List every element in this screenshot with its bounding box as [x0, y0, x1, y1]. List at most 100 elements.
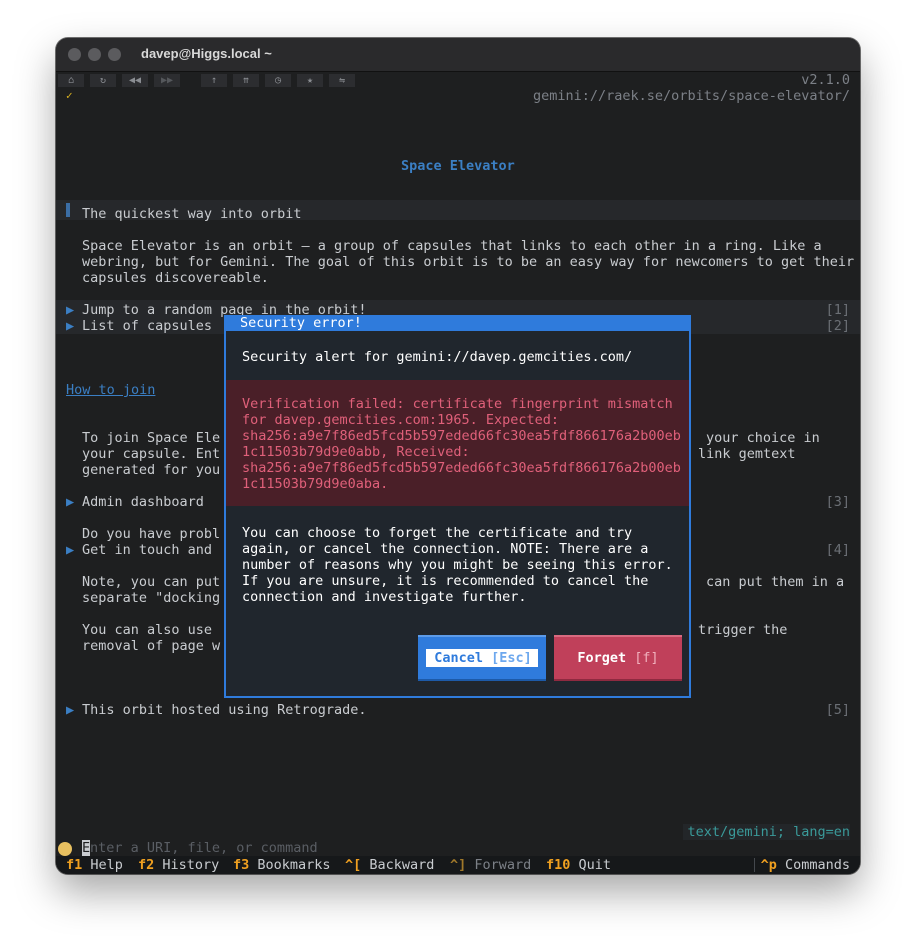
- terminal-window: davep@Higgs.local ~ ⌂ ↻ ◀◀ ▶▶ ↑ ⇈ ◷ ★ ⇋ …: [56, 38, 860, 874]
- bookmarks-label: Bookmarks: [257, 857, 331, 873]
- input-placeholder: nter a URI, file, or command: [90, 840, 318, 856]
- security-error-dialog: Security error! Security alert for gemin…: [224, 315, 691, 698]
- how-to-join-heading: How to join: [66, 382, 156, 398]
- bookmarks-key: f3: [233, 857, 250, 873]
- footer-commands[interactable]: ^p Commands: [761, 857, 850, 873]
- join-text-line-3: generated for you: [82, 462, 221, 478]
- message-line-4: If you are unsure, it is recommended to …: [242, 573, 649, 589]
- link-label: Get in touch and: [82, 542, 213, 558]
- note-line-1: Note, you can put: [82, 574, 221, 590]
- security-alert-text: Security alert for gemini://davep.gemcit…: [242, 349, 633, 365]
- footer-bookmarks[interactable]: f3 Bookmarks: [233, 857, 331, 873]
- also-line-2: removal of page w: [82, 638, 221, 654]
- error-line-4: 1c11503b79d9e0abb, Received:: [242, 444, 470, 460]
- version-label: v2.1.0: [801, 72, 850, 88]
- history-key: f2: [138, 857, 155, 873]
- identity-indicator-icon: [58, 842, 72, 856]
- note-right: can put them in a: [706, 574, 845, 590]
- intro-line-2: webring, but for Gemini. The goal of thi…: [82, 254, 855, 270]
- link-arrow-icon: ▶: [66, 494, 75, 510]
- bookmark-icon[interactable]: ★: [297, 74, 323, 87]
- error-line-1: Verification failed: certificate fingerp…: [242, 396, 673, 412]
- error-line-6: 1c11503b79d9e0aba.: [242, 476, 389, 492]
- terminal-content: ⌂ ↻ ◀◀ ▶▶ ↑ ⇈ ◷ ★ ⇋ ✓ v2.1.0 gemini://ra…: [56, 72, 860, 874]
- footer-forward[interactable]: ^] Forward: [450, 857, 531, 873]
- commands-label: Commands: [784, 857, 850, 873]
- forget-button-label: Forget: [577, 650, 627, 666]
- input-cursor: E: [82, 840, 91, 856]
- cancel-button[interactable]: Cancel [Esc]: [418, 635, 546, 681]
- zoom-window-button[interactable]: [108, 48, 121, 61]
- link-label: Admin dashboard: [82, 494, 204, 510]
- home-icon[interactable]: ⌂: [58, 74, 84, 87]
- forward-key: ^]: [450, 857, 467, 873]
- close-window-button[interactable]: [68, 48, 81, 61]
- link-number: [5]: [825, 702, 850, 718]
- quit-key: f10: [546, 857, 571, 873]
- up-icon[interactable]: ↑: [201, 74, 227, 87]
- forget-shortcut: [f]: [634, 650, 659, 666]
- dialog-title: Security error!: [240, 315, 362, 331]
- intro-line-1: Space Elevator is an orbit — a group of …: [82, 238, 822, 254]
- link-arrow-icon: ▶: [66, 542, 75, 558]
- cancel-button-label: Cancel: [434, 650, 483, 666]
- link-number: [4]: [825, 542, 850, 558]
- join-text-line-2: your capsule. Ent: [82, 446, 221, 462]
- quote-bar: [66, 203, 70, 217]
- forget-button[interactable]: Forget [f]: [554, 635, 682, 681]
- forward-label: Forward: [474, 857, 532, 873]
- problems-text: Do you have probl: [82, 526, 221, 542]
- secure-check-icon: ✓: [66, 89, 73, 102]
- note-line-2: separate "docking: [82, 590, 221, 606]
- dialog-title-bar: Security error!: [226, 315, 689, 331]
- mime-type-label: text/gemini; lang=en: [683, 824, 850, 840]
- root-icon[interactable]: ⇈: [233, 74, 259, 87]
- forward-icon[interactable]: ▶▶: [154, 74, 180, 87]
- join-text-line-1: To join Space Ele: [82, 430, 221, 446]
- message-line-5: connection and investigate further.: [242, 589, 527, 605]
- error-details-box: Verification failed: certificate fingerp…: [226, 380, 689, 506]
- join-text-right-2: link gemtext: [698, 446, 796, 462]
- link-arrow-icon: ▶: [66, 318, 75, 334]
- backward-key: ^[: [345, 857, 362, 873]
- help-label: Help: [90, 857, 123, 873]
- link-label: This orbit hosted using Retrograde.: [82, 702, 367, 718]
- error-line-3: sha256:a9e7f86ed5fcd5b597eded66fc30ea5fd…: [242, 428, 681, 444]
- link-number: [2]: [825, 318, 850, 334]
- backward-label: Backward: [369, 857, 435, 873]
- page-heading: Space Elevator: [401, 158, 515, 174]
- commands-key: ^p: [760, 857, 777, 873]
- message-line-3: number of reasons why you might be seein…: [242, 557, 673, 573]
- footer-history[interactable]: f2 History: [138, 857, 219, 873]
- minimize-window-button[interactable]: [88, 48, 101, 61]
- link-number: [3]: [825, 494, 850, 510]
- reload-icon[interactable]: ↻: [90, 74, 116, 87]
- address-bar[interactable]: gemini://raek.se/orbits/space-elevator/: [533, 88, 850, 104]
- footer-keybindings: f1 Help f2 History f3 Bookmarks ^[ Backw…: [56, 856, 860, 874]
- link-number: [1]: [825, 302, 850, 318]
- cancel-shortcut: [Esc]: [491, 650, 532, 666]
- join-text-right-1: your choice in: [706, 430, 820, 446]
- message-line-1: You can choose to forget the certificate…: [242, 525, 633, 541]
- footer-divider: [754, 858, 755, 872]
- error-line-2: for davep.gemcities.com:1965. Expected:: [242, 412, 559, 428]
- message-line-2: again, or cancel the connection. NOTE: T…: [242, 541, 649, 557]
- history-label: History: [162, 857, 220, 873]
- help-key: f1: [66, 857, 83, 873]
- history-icon[interactable]: ◷: [265, 74, 291, 87]
- back-icon[interactable]: ◀◀: [122, 74, 148, 87]
- quote-text: The quickest way into orbit: [82, 206, 302, 222]
- also-right: trigger the: [698, 622, 788, 638]
- link-arrow-icon: ▶: [66, 702, 75, 718]
- intro-line-3: capsules discovereable.: [82, 270, 269, 286]
- link-arrow-icon: ▶: [66, 302, 75, 318]
- error-line-5: sha256:a9e7f86ed5fcd5b597eded66fc30ea5fd…: [242, 460, 681, 476]
- link-label: List of capsules: [82, 318, 213, 334]
- footer-help[interactable]: f1 Help: [66, 857, 123, 873]
- toggle-icon[interactable]: ⇋: [329, 74, 355, 87]
- title-bar: davep@Higgs.local ~: [56, 38, 860, 72]
- window-title: davep@Higgs.local ~: [141, 46, 272, 61]
- footer-quit[interactable]: f10 Quit: [546, 857, 611, 873]
- also-line-1: You can also use: [82, 622, 213, 638]
- footer-backward[interactable]: ^[ Backward: [345, 857, 434, 873]
